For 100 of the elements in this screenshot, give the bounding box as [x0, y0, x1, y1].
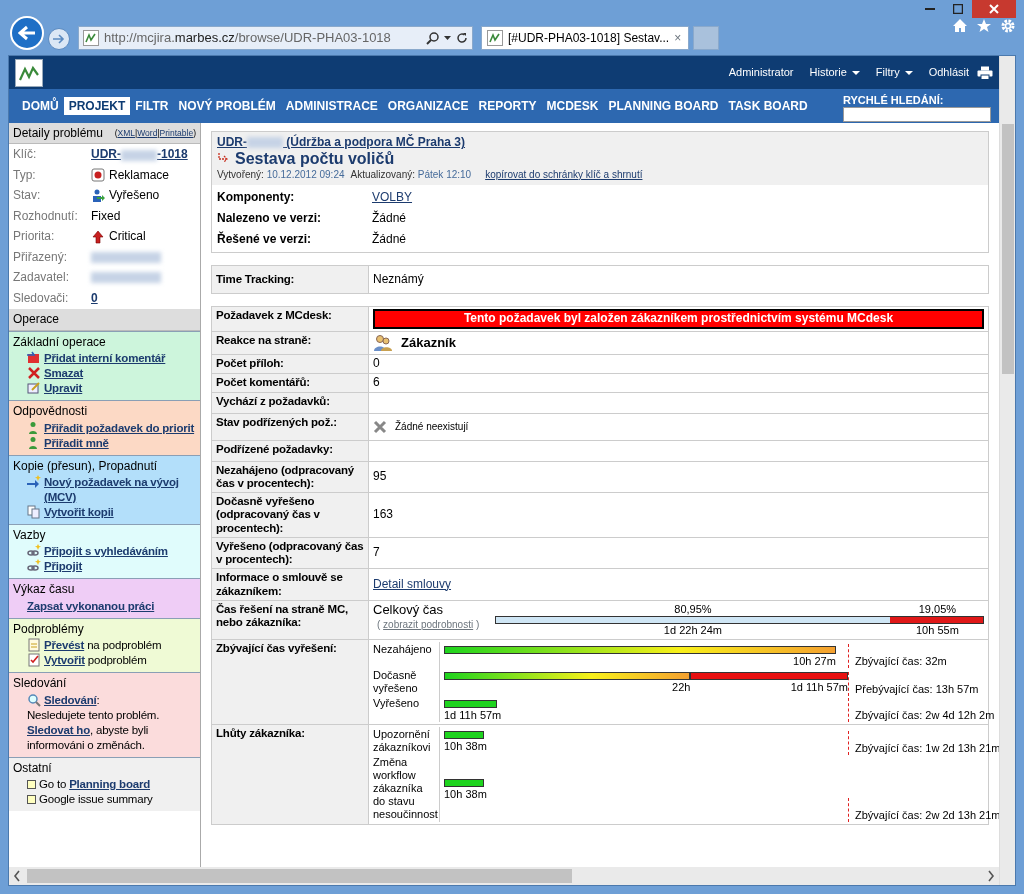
action-link[interactable]: Vytvořit kopii	[44, 504, 114, 520]
section-title: Podproblémy	[13, 621, 85, 637]
nav-tab[interactable]: PLANNING BOARD	[603, 96, 724, 116]
issue-title: Sestava počtu voličů	[235, 149, 395, 169]
chevron-left-icon[interactable]	[13, 870, 21, 882]
watch-text: Nesledujete tento problém. Sledovat ho, abyste byli informováni o změnách.	[27, 707, 161, 753]
field-label: Řešené ve verzi:	[217, 230, 313, 248]
copy-icon	[27, 504, 41, 519]
action-link[interactable]: Smazat	[44, 366, 84, 382]
logo-icon[interactable]	[15, 58, 43, 87]
search-field[interactable]	[843, 107, 991, 122]
action-link[interactable]: Přidat interní komentář	[44, 351, 166, 367]
nav-tab[interactable]: REPORTY	[473, 96, 542, 116]
time-label: 1d 11h 57m	[789, 680, 848, 694]
action-link[interactable]: Přiřadit požadavek do priorit	[44, 420, 195, 436]
time-label: 10h 38m	[444, 739, 485, 753]
section-title: Odpovědnosti	[13, 404, 89, 419]
close-button[interactable]	[972, 0, 1016, 18]
action-link[interactable]: Vytvořit	[44, 654, 85, 667]
caret-icon	[851, 70, 860, 75]
nav-tab[interactable]: PROJEKT	[63, 96, 131, 116]
deadline-marker	[848, 643, 849, 668]
action-link[interactable]: Sledování	[44, 693, 97, 706]
forward-button[interactable]	[48, 28, 70, 50]
nav-tab[interactable]: MCDESK	[541, 96, 604, 116]
people-icon	[373, 334, 393, 353]
meta-item: Vytvořený: 10.12.2012 09:24	[217, 168, 345, 181]
field-value: Žádné neexistují	[395, 421, 469, 433]
bar-label: Upozornění zákazníkovi	[372, 726, 432, 755]
settings-icon[interactable]	[1000, 18, 1016, 34]
document-icon	[27, 638, 41, 653]
action-text: Vytvořit podproblém	[44, 653, 147, 669]
field-value: Žádné	[372, 231, 407, 246]
time-label: 10h 55m	[915, 623, 960, 637]
horizontal-scrollbar[interactable]	[9, 867, 999, 885]
time-label: 10h 38m	[444, 788, 485, 802]
favicon-icon	[487, 30, 503, 46]
chain-icon	[27, 559, 41, 574]
field-label: Vyřešeno (odpracovaný čas v procentech):	[211, 537, 369, 569]
refresh-icon[interactable]	[456, 32, 468, 44]
magnifier-icon	[27, 692, 41, 707]
home-icon[interactable]	[952, 18, 968, 33]
nav-tab[interactable]: DOMŮ	[17, 96, 64, 116]
field-value: Fixed	[91, 207, 121, 225]
action-text: Google issue summary	[39, 791, 153, 807]
close-icon	[989, 4, 999, 14]
action-link[interactable]: Zapsat vykonanou práci	[27, 598, 155, 614]
field-value: 95	[373, 469, 387, 484]
meta-item: Aktualizovaný: Pátek 12:10	[350, 168, 472, 181]
nav-tab[interactable]: NOVÝ PROBLÉM	[173, 96, 281, 116]
field-label: Lhůty zákazníka:	[211, 724, 369, 825]
action-link[interactable]: Nový požadavek na vývoj (MCV)	[44, 474, 196, 505]
punctuation: )	[474, 618, 480, 630]
tab-close-button[interactable]: ×	[674, 30, 682, 46]
printer-icon[interactable]	[977, 65, 993, 80]
cross-icon	[373, 419, 387, 434]
field-label: Dočasně vyřešeno (odpracovaný čas v procentech):	[211, 492, 369, 538]
browser-tab[interactable]: [#UDR-PHA03-1018] Sestav... ×	[481, 26, 689, 50]
action-link[interactable]: Převést	[44, 639, 85, 652]
copy-link[interactable]: kopírovat do schránky klíč a shrnutí	[485, 168, 643, 181]
star-icon[interactable]	[976, 18, 992, 33]
field-value: Critical	[109, 228, 146, 245]
action-link[interactable]: Planning board	[69, 777, 151, 790]
logout-link[interactable]: Odhlásit	[920, 65, 977, 80]
project-link[interactable]: UDR- (Údržba a podpora MČ Praha 3)	[217, 135, 466, 149]
redacted-block	[91, 272, 161, 284]
search-icon[interactable]	[426, 31, 439, 45]
vertical-scrollbar[interactable]	[999, 56, 1015, 885]
action-link[interactable]: Připojit s vyhledáváním	[44, 544, 168, 560]
field-link[interactable]: Detail smlouvy	[373, 576, 452, 591]
field-label: Reakce na straně:	[211, 331, 369, 355]
action-link[interactable]: Připojit	[44, 559, 82, 575]
remaining-time: Zbývající čas: 1w 2d 13h 21m	[855, 742, 999, 755]
chart-title: Celkový čas	[373, 602, 445, 618]
user-link[interactable]: Administrator	[720, 65, 802, 80]
section-title: Sledování	[13, 676, 68, 691]
close-icon	[27, 366, 41, 381]
header-menu[interactable]: Filtry	[867, 65, 921, 80]
header-menu[interactable]: Historie	[801, 65, 868, 80]
export-link[interactable]: Word	[137, 128, 158, 139]
square-icon	[27, 779, 36, 789]
chevron-right-icon[interactable]	[987, 870, 995, 882]
nav-tab[interactable]: ORGANIZACE	[382, 96, 474, 116]
field-link[interactable]: VOLBY	[372, 189, 413, 204]
issue-key-link[interactable]: UDR- -1018	[91, 146, 188, 163]
caret-icon[interactable]	[444, 36, 451, 40]
address-bar[interactable]: http://mcjira.marbes.cz/browse/UDR-PHA03-1018	[78, 26, 473, 50]
details-link[interactable]: zobrazit podrobnosti	[383, 618, 474, 630]
action-link[interactable]: Přiřadit mně	[44, 435, 109, 451]
nav-tab[interactable]: ADMINISTRACE	[280, 96, 383, 116]
action-link[interactable]: Sledovat ho	[27, 723, 90, 736]
nav-tab[interactable]: TASK BOARD	[723, 96, 813, 116]
action-text: Sledování:	[44, 692, 100, 708]
chain-icon	[27, 544, 41, 559]
bar-label: Nezahájeno	[372, 641, 433, 657]
action-link[interactable]: Upravit	[44, 381, 83, 397]
nav-tab[interactable]: FILTR	[130, 96, 174, 116]
time-label: 10h 27m	[792, 654, 836, 668]
field-link[interactable]: 0	[91, 289, 98, 307]
back-button[interactable]	[10, 16, 44, 50]
